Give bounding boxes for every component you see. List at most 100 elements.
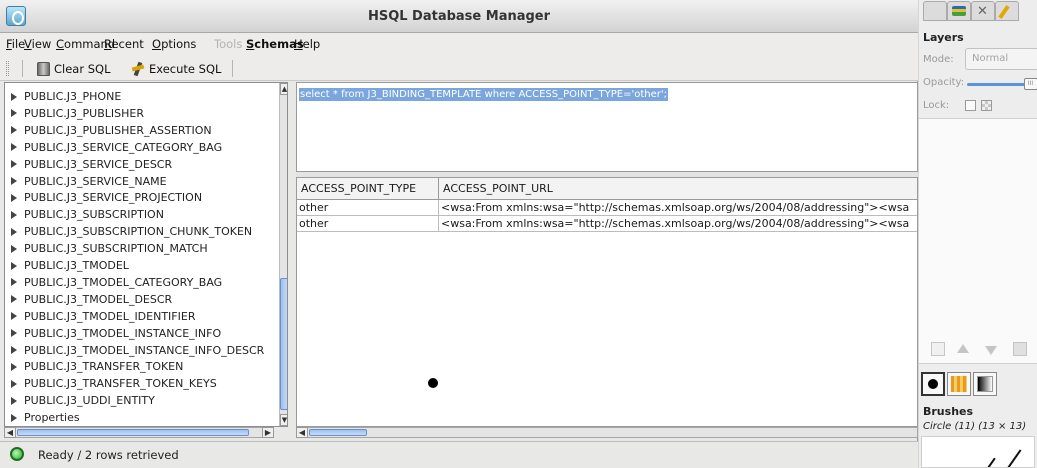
- tree-vscroll-thumb[interactable]: [280, 278, 287, 410]
- sql-text-selected[interactable]: select * from J3_BINDING_TEMPLATE where …: [299, 88, 668, 101]
- mode-select[interactable]: Normal: [965, 48, 1037, 70]
- lock-pixels-checkbox[interactable]: [965, 100, 976, 111]
- tree-horizontal-scrollbar[interactable]: ◀ ▶: [4, 427, 274, 438]
- menu-item-recent[interactable]: Recent: [104, 37, 144, 51]
- scroll-down-arrow-icon[interactable]: ▼: [280, 414, 287, 426]
- brush-preview[interactable]: [921, 436, 1035, 468]
- tab-channels[interactable]: [923, 1, 947, 21]
- title-bar[interactable]: HSQL Database Manager: [0, 0, 918, 33]
- expand-arrow-icon[interactable]: [11, 227, 17, 236]
- menu-item-help[interactable]: Help: [294, 37, 320, 51]
- scroll-left-arrow-icon[interactable]: ◀: [296, 427, 308, 438]
- scroll-right-arrow-icon[interactable]: ▶: [262, 427, 274, 438]
- tree-node[interactable]: PUBLIC.J3_PHONE: [8, 88, 121, 105]
- table-cell[interactable]: other: [297, 216, 439, 232]
- duplicate-layer-icon[interactable]: [1013, 342, 1027, 356]
- scroll-left-arrow-icon[interactable]: ◀: [4, 427, 16, 438]
- expand-arrow-icon[interactable]: [11, 379, 17, 388]
- expand-arrow-icon[interactable]: [11, 396, 17, 405]
- tree-node-label: Properties: [24, 411, 80, 425]
- execute-sql-button[interactable]: Execute SQL: [128, 58, 224, 79]
- results-table[interactable]: ACCESS_POINT_TYPE ACCESS_POINT_URL other <w…: [296, 177, 918, 427]
- expand-arrow-icon[interactable]: [11, 193, 17, 202]
- tree-hscroll-thumb[interactable]: [17, 429, 249, 436]
- results-hscroll-thumb[interactable]: [309, 429, 367, 436]
- expand-arrow-icon[interactable]: [11, 126, 17, 135]
- tree-node[interactable]: PUBLIC.J3_PUBLISHER_ASSERTION: [8, 122, 212, 139]
- sql-editor[interactable]: select * from J3_BINDING_TEMPLATE where …: [296, 82, 918, 172]
- table-cell[interactable]: <wsa:From xmlns:wsa="http://schemas.xmls…: [439, 200, 917, 216]
- table-cell[interactable]: <wsa:From xmlns:wsa="http://schemas.xmls…: [439, 216, 917, 232]
- raise-layer-icon[interactable]: [957, 344, 969, 353]
- tree-node[interactable]: PUBLIC.J3_SUBSCRIPTION_CHUNK_TOKEN: [8, 223, 252, 240]
- tree-node-label: PUBLIC.J3_PUBLISHER_ASSERTION: [24, 123, 212, 137]
- menu-label: iew: [31, 37, 52, 51]
- menu-mnemonic: C: [56, 37, 65, 51]
- gradient-icon: [977, 376, 993, 392]
- tree-node[interactable]: Properties: [8, 409, 80, 426]
- tree-node[interactable]: PUBLIC.J3_SERVICE_PROJECTION: [8, 189, 202, 206]
- menu-item-view[interactable]: View: [24, 37, 51, 51]
- expand-arrow-icon[interactable]: [11, 261, 17, 270]
- expand-arrow-icon[interactable]: [11, 160, 17, 169]
- layers-list[interactable]: [919, 118, 1037, 364]
- expand-arrow-icon[interactable]: [11, 177, 17, 185]
- lower-layer-icon[interactable]: [985, 346, 997, 355]
- table-cell[interactable]: other: [297, 200, 439, 216]
- tree-node[interactable]: PUBLIC.J3_PUBLISHER: [8, 105, 144, 122]
- tab-gradients[interactable]: [973, 372, 997, 396]
- tree-node[interactable]: PUBLIC.J3_UDDI_ENTITY: [8, 392, 155, 409]
- tree-node[interactable]: PUBLIC.J3_TMODEL_CATEGORY_BAG: [8, 274, 222, 291]
- tree-node[interactable]: PUBLIC.J3_SERVICE_NAME: [8, 173, 167, 190]
- expand-arrow-icon[interactable]: [11, 109, 17, 118]
- status-message: Ready / 2 rows retrieved: [38, 448, 179, 462]
- tree-node[interactable]: PUBLIC.J3_TMODEL_DESCR: [8, 291, 172, 308]
- tree-node[interactable]: PUBLIC.J3_TMODEL_IDENTIFIER: [8, 308, 195, 325]
- menu-item-options[interactable]: Options: [152, 37, 196, 51]
- brush-dot-icon: [928, 379, 938, 389]
- tab-layers[interactable]: [947, 1, 971, 21]
- scroll-up-arrow-icon[interactable]: ▲: [280, 83, 287, 95]
- tree-node[interactable]: PUBLIC.J3_SUBSCRIPTION: [8, 206, 164, 223]
- expand-arrow-icon[interactable]: [11, 329, 17, 338]
- expand-arrow-icon[interactable]: [11, 278, 17, 287]
- expand-arrow-icon[interactable]: [11, 413, 17, 422]
- tree-node[interactable]: PUBLIC.J3_SERVICE_CATEGORY_BAG: [8, 139, 222, 156]
- tree-node[interactable]: PUBLIC.J3_SERVICE_DESCR: [8, 156, 172, 173]
- expand-arrow-icon[interactable]: [11, 244, 17, 253]
- expand-arrow-icon[interactable]: [11, 295, 17, 304]
- toolbar-grip[interactable]: [6, 61, 9, 76]
- menu-label: Tools: [214, 37, 243, 51]
- clear-sql-button[interactable]: Clear SQL: [34, 58, 114, 79]
- opacity-slider[interactable]: III: [967, 78, 1037, 90]
- tree-node[interactable]: PUBLIC.J3_TMODEL: [8, 257, 129, 274]
- tree-node[interactable]: PUBLIC.J3_TMODEL_INSTANCE_INFO: [8, 325, 221, 342]
- tree-node-label: PUBLIC.J3_TMODEL_CATEGORY_BAG: [24, 275, 223, 289]
- lock-alpha-icon[interactable]: [981, 100, 992, 111]
- new-layer-icon[interactable]: [931, 342, 945, 356]
- column-header[interactable]: ACCESS_POINT_TYPE: [297, 178, 439, 200]
- tree-node-label: PUBLIC.J3_PUBLISHER: [24, 106, 144, 120]
- expand-arrow-icon[interactable]: [11, 362, 17, 371]
- tree-node[interactable]: PUBLIC.J3_SUBSCRIPTION_MATCH: [8, 240, 208, 257]
- tab-brushes[interactable]: [921, 372, 945, 396]
- menu-mnemonic: H: [294, 37, 303, 51]
- tab-patterns[interactable]: [947, 372, 971, 396]
- tree-node[interactable]: PUBLIC.J3_TMODEL_INSTANCE_INFO_DESCR: [8, 342, 264, 359]
- menu-item-file[interactable]: File: [6, 37, 25, 51]
- column-header[interactable]: ACCESS_POINT_URL: [439, 178, 917, 200]
- tab-paths[interactable]: [995, 1, 1019, 21]
- results-horizontal-scrollbar[interactable]: ◀: [296, 427, 918, 438]
- schema-tree[interactable]: PUBLIC.J3_PHONE PUBLIC.J3_PUBLISHER PUBLIC…: [4, 82, 288, 427]
- opacity-knob[interactable]: III: [1023, 78, 1037, 90]
- toolbar-separator: [22, 60, 23, 77]
- tree-vertical-scrollbar[interactable]: ▲ ▼: [279, 83, 287, 426]
- tree-node[interactable]: PUBLIC.J3_TRANSFER_TOKEN_KEYS: [8, 375, 217, 392]
- expand-arrow-icon[interactable]: [11, 312, 17, 321]
- expand-arrow-icon[interactable]: [11, 143, 17, 152]
- tree-node[interactable]: PUBLIC.J3_TRANSFER_TOKEN: [8, 358, 183, 375]
- expand-arrow-icon[interactable]: [11, 210, 17, 219]
- tab-tool-options[interactable]: ✕: [971, 1, 995, 21]
- expand-arrow-icon[interactable]: [11, 92, 17, 101]
- expand-arrow-icon[interactable]: [11, 346, 17, 354]
